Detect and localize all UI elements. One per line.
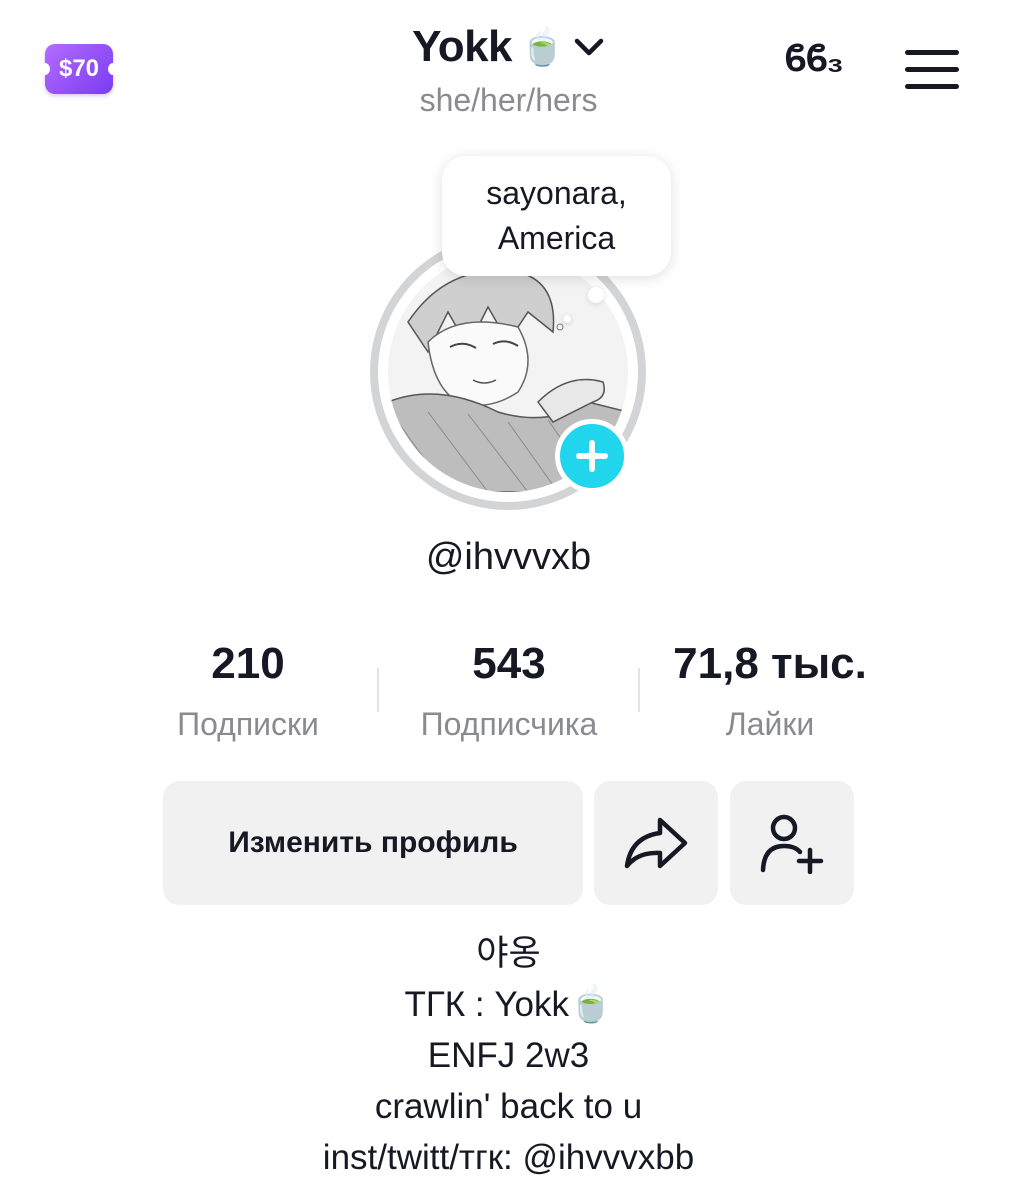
following-count: 210 — [211, 639, 285, 688]
bio-line: 야옹 — [476, 934, 541, 973]
followers-label: Подписчика — [420, 706, 598, 742]
bubble-tail-dot — [588, 287, 604, 303]
hamburger-menu-icon[interactable] — [905, 50, 959, 90]
likes-count: 71,8 тыс. — [673, 639, 867, 688]
add-person-icon — [760, 814, 824, 874]
tea-emoji: 🍵 — [520, 26, 565, 67]
thought-line-1: sayonara, — [486, 175, 627, 211]
add-avatar-button[interactable] — [555, 419, 629, 493]
plus-icon — [576, 440, 608, 472]
followers-count: 543 — [472, 639, 546, 688]
pronouns: she/her/hers — [419, 82, 598, 118]
coupon-badge[interactable]: $70 — [40, 44, 118, 94]
profile-bio: 야옹 ТГК : Yokk🍵 ENFJ 2w3 crawlin' back to… — [200, 928, 817, 1183]
edit-profile-button[interactable]: Изменить профиль — [163, 781, 583, 905]
share-profile-button[interactable] — [594, 781, 718, 905]
stat-following[interactable]: 210 Подписки — [118, 636, 378, 743]
following-label: Подписки — [177, 706, 319, 742]
bio-line: inst/twitt/тгк: @ihvvvxbb — [322, 1138, 695, 1177]
creator-tools-icon[interactable]: ϐϐ₃ — [784, 38, 844, 81]
bubble-tail-dot-small — [563, 315, 571, 323]
profile-handle: @ihvvvxb — [425, 536, 592, 578]
chevron-down-icon — [574, 38, 604, 56]
likes-label: Лайки — [725, 706, 815, 742]
profile-username-title: Yokk — [412, 22, 513, 71]
bio-line: ENFJ 2w3 — [427, 1036, 590, 1075]
add-friends-button[interactable] — [730, 781, 854, 905]
stat-likes[interactable]: 71,8 тыс. Лайки — [640, 636, 900, 743]
coupon-label: $70 — [58, 55, 100, 82]
status-thought-bubble[interactable]: sayonara, America — [442, 156, 671, 276]
bio-line: ТГК : Yokk🍵 — [404, 985, 613, 1024]
bio-line: crawlin' back to u — [374, 1087, 643, 1126]
stat-followers[interactable]: 543 Подписчика — [379, 636, 639, 743]
share-arrow-icon — [624, 817, 688, 869]
thought-line-2: America — [497, 220, 616, 256]
account-switcher[interactable]: Yokk 🍵 — [300, 22, 717, 72]
